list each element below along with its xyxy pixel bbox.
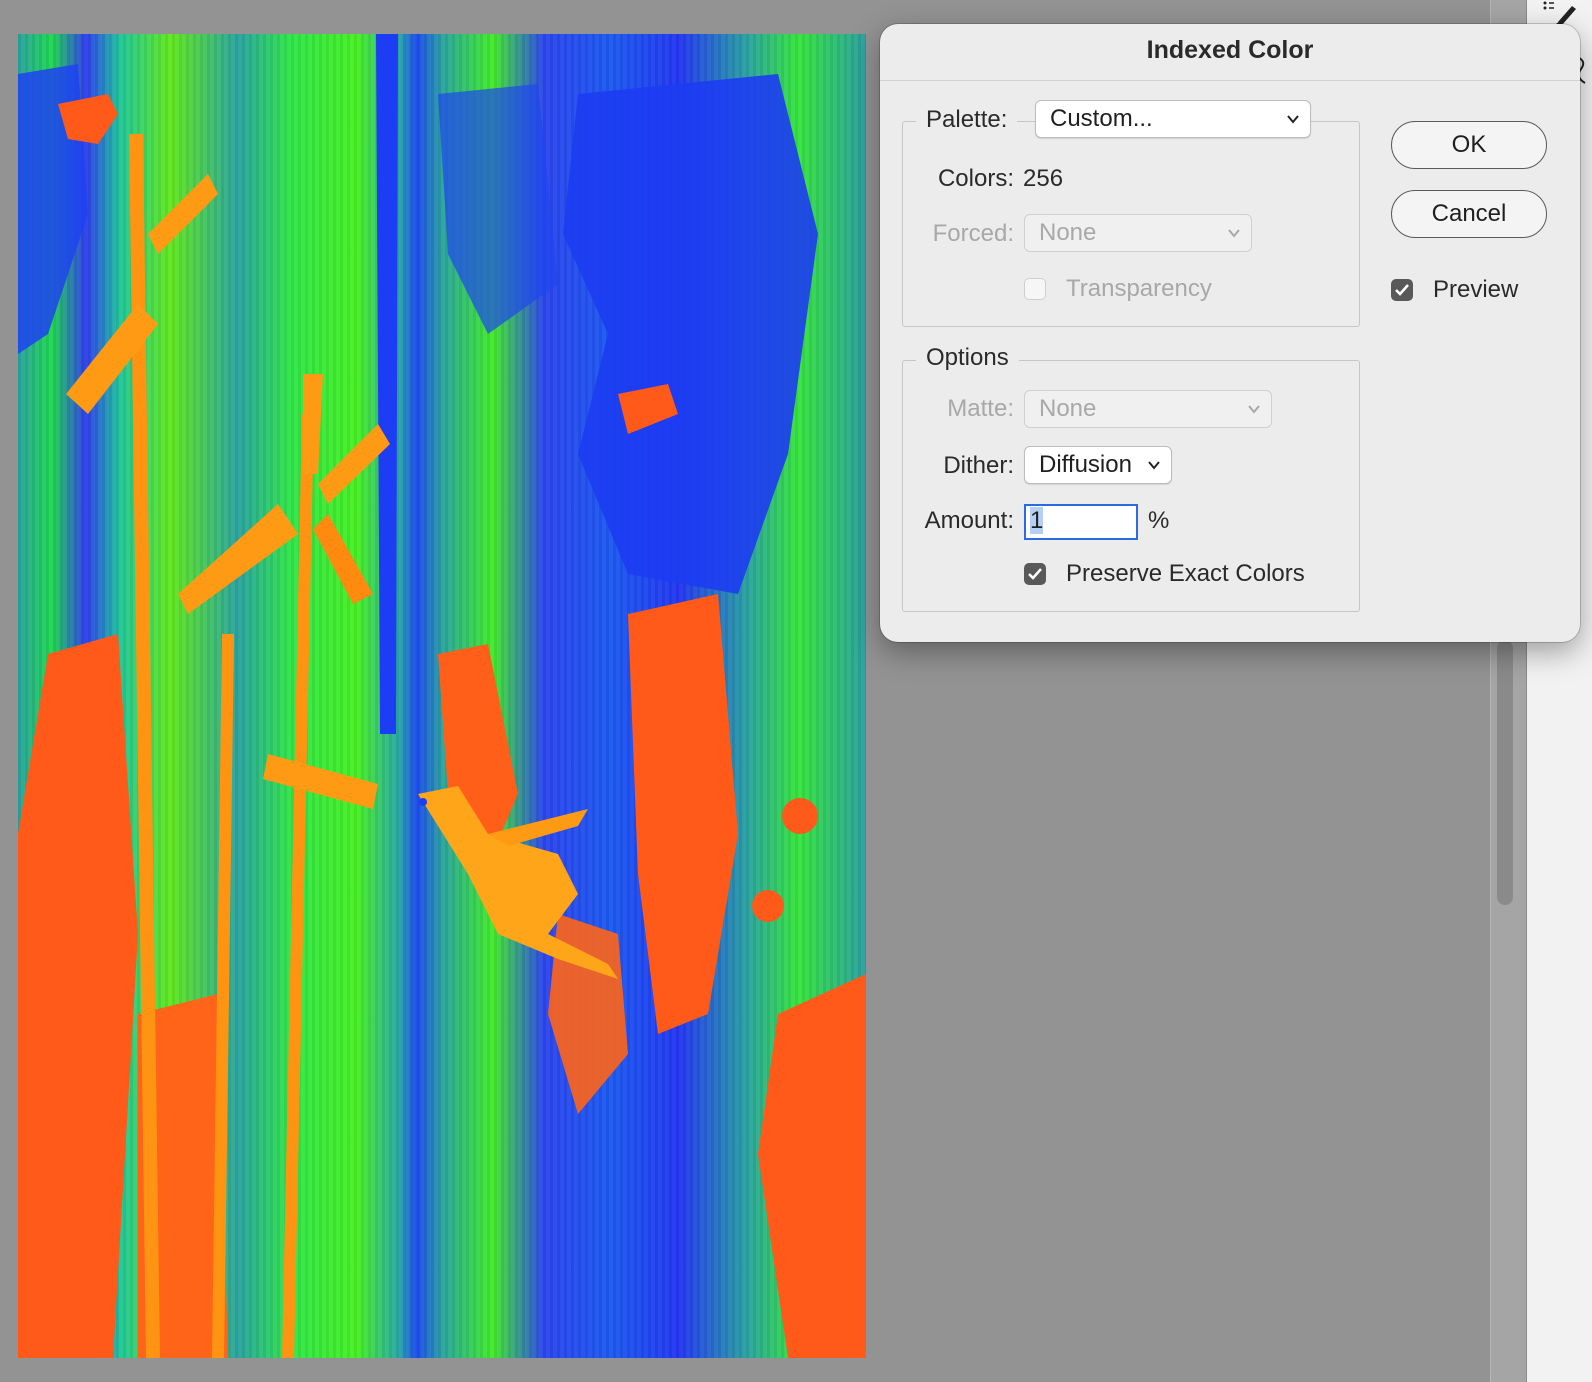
chevron-down-icon [1228,229,1240,238]
preserve-exact-colors-label: Preserve Exact Colors [1066,560,1305,587]
chevron-down-icon [1148,461,1160,470]
matte-select: None [1024,390,1272,428]
forced-select: None [1024,214,1252,252]
dialog-title: Indexed Color [880,24,1580,81]
matte-select-value: None [1039,395,1097,422]
dither-label: Dither: [943,452,1014,479]
forced-select-value: None [1039,219,1097,246]
palette-label: Palette: [916,106,1018,134]
indexed-color-dialog: Indexed Color Palette: Custom... Colors:… [880,24,1580,642]
amount-label: Amount: [924,507,1014,534]
indexed-color-image [18,34,866,1358]
checkmark-icon [1395,284,1409,296]
chevron-down-icon [1248,405,1260,414]
preview-checkbox[interactable] [1391,279,1413,301]
checkmark-icon [1028,568,1042,580]
amount-input-value: 1 [1030,507,1044,534]
image-canvas[interactable] [18,34,866,1358]
preview-label: Preview [1433,276,1519,303]
preserve-exact-colors-checkbox[interactable] [1024,563,1046,585]
palette-select-value: Custom... [1050,105,1153,132]
transparency-checkbox [1024,278,1046,300]
palette-select[interactable]: Custom... [1035,100,1311,138]
colors-label: Colors: [937,165,1014,192]
amount-input[interactable]: 1 [1024,504,1138,540]
panel-scrollbar-thumb[interactable] [1497,640,1513,905]
dither-select-value: Diffusion [1039,451,1132,478]
options-legend: Options [916,344,1019,372]
transparency-label: Transparency [1066,275,1212,302]
colors-value: 256 [1023,165,1064,192]
matte-label: Matte: [947,395,1014,422]
chevron-down-icon [1287,115,1299,124]
amount-unit: % [1148,507,1170,534]
ok-button[interactable]: OK [1391,121,1547,169]
dither-select[interactable]: Diffusion [1024,446,1172,484]
forced-label: Forced: [932,220,1014,247]
cancel-button[interactable]: Cancel [1391,190,1547,238]
